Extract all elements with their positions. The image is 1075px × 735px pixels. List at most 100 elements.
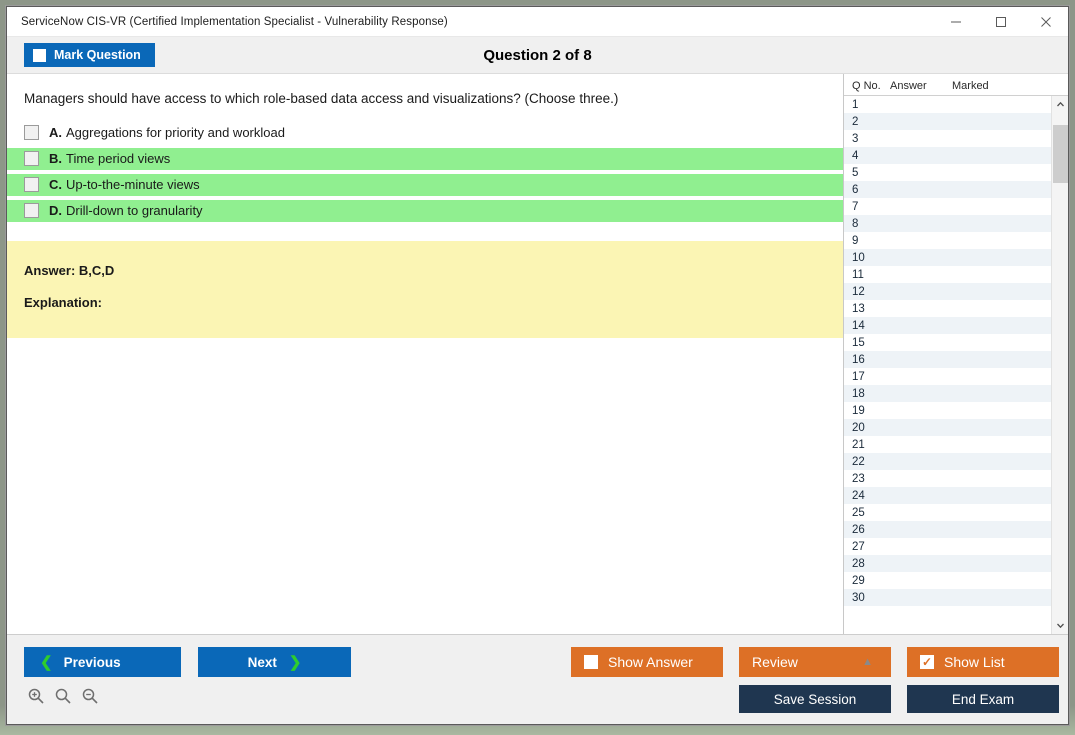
save-session-button[interactable]: Save Session [739, 685, 891, 713]
answer-option-row[interactable]: A.Aggregations for priority and workload [7, 122, 843, 144]
question-list-row[interactable]: 1 [844, 96, 1051, 113]
question-list-row[interactable]: 9 [844, 232, 1051, 249]
question-list-panel: Q No. Answer Marked 12345678910111213141… [843, 74, 1068, 634]
question-list-row[interactable]: 2 [844, 113, 1051, 130]
question-list-row[interactable]: 10 [844, 249, 1051, 266]
mark-question-button[interactable]: Mark Question [24, 43, 155, 67]
mark-question-checkbox[interactable] [33, 49, 46, 62]
column-header-marked: Marked [952, 80, 1012, 92]
review-label: Review [752, 654, 798, 670]
question-list-row[interactable]: 6 [844, 181, 1051, 198]
close-icon[interactable] [1023, 7, 1068, 36]
question-list-row[interactable]: 4 [844, 147, 1051, 164]
next-label: Next [248, 655, 277, 670]
page-title: Question 2 of 8 [7, 47, 1068, 64]
minimize-icon[interactable] [933, 7, 978, 36]
scroll-up-icon[interactable] [1052, 96, 1069, 113]
review-dropdown[interactable]: Review ▲ [739, 647, 891, 677]
question-list-row[interactable]: 8 [844, 215, 1051, 232]
answer-line: Answer: B,C,D [24, 263, 843, 278]
question-list-row[interactable]: 22 [844, 453, 1051, 470]
zoom-tools [27, 687, 99, 710]
question-list-row[interactable]: 14 [844, 317, 1051, 334]
show-list-checkbox[interactable]: ✓ [920, 655, 934, 669]
answer-option-letter: C. [49, 177, 62, 192]
answer-option-row[interactable]: D.Drill-down to granularity [7, 200, 843, 222]
question-list-number: 29 [844, 575, 890, 587]
chevron-up-icon: ▲ [862, 656, 873, 668]
answer-option-letter: D. [49, 203, 62, 218]
next-button[interactable]: Next ❯ [198, 647, 351, 677]
question-list-row[interactable]: 25 [844, 504, 1051, 521]
question-list-number: 11 [844, 269, 890, 281]
question-list-number: 24 [844, 490, 890, 502]
show-list-label: Show List [944, 654, 1005, 670]
answer-option-letter: B. [49, 151, 62, 166]
question-list-number: 21 [844, 439, 890, 451]
window-title: ServiceNow CIS-VR (Certified Implementat… [7, 16, 448, 28]
question-list-row[interactable]: 30 [844, 589, 1051, 606]
window-controls [933, 7, 1068, 36]
answer-option-row[interactable]: B.Time period views [7, 148, 843, 170]
question-list-number: 4 [844, 150, 890, 162]
question-list-row[interactable]: 12 [844, 283, 1051, 300]
question-list-row[interactable]: 23 [844, 470, 1051, 487]
answer-option-text: Up-to-the-minute views [66, 177, 200, 192]
question-list-number: 3 [844, 133, 890, 145]
question-content-area: Managers should have access to which rol… [7, 74, 843, 634]
question-list-number: 1 [844, 99, 890, 111]
vertical-scrollbar[interactable] [1051, 96, 1068, 634]
column-header-answer: Answer [890, 80, 952, 92]
explanation-line: Explanation: [24, 295, 843, 310]
exam-header-bar: Mark Question Question 2 of 8 [7, 37, 1068, 74]
question-list-row[interactable]: 20 [844, 419, 1051, 436]
question-list-number: 15 [844, 337, 890, 349]
question-list-number: 8 [844, 218, 890, 230]
show-answer-checkbox[interactable] [584, 655, 598, 669]
question-list-row[interactable]: 5 [844, 164, 1051, 181]
question-list-row[interactable]: 15 [844, 334, 1051, 351]
answer-option-checkbox[interactable] [24, 125, 39, 140]
answer-option-checkbox[interactable] [24, 203, 39, 218]
column-header-qno: Q No. [844, 80, 890, 92]
question-list-number: 19 [844, 405, 890, 417]
scrollbar-track[interactable] [1052, 113, 1068, 617]
question-list-row[interactable]: 7 [844, 198, 1051, 215]
zoom-in-icon[interactable] [27, 687, 45, 710]
show-answer-button[interactable]: Show Answer [571, 647, 723, 677]
question-list-row[interactable]: 19 [844, 402, 1051, 419]
question-list-row[interactable]: 27 [844, 538, 1051, 555]
zoom-out-icon[interactable] [81, 687, 99, 710]
question-list-row[interactable]: 18 [844, 385, 1051, 402]
desktop-background: ServiceNow CIS-VR (Certified Implementat… [0, 0, 1075, 735]
question-list-number: 13 [844, 303, 890, 315]
answer-option-row[interactable]: C. Up-to-the-minute views [7, 174, 843, 196]
question-list-row[interactable]: 29 [844, 572, 1051, 589]
question-list-row[interactable]: 28 [844, 555, 1051, 572]
question-list-number: 17 [844, 371, 890, 383]
question-list-row[interactable]: 21 [844, 436, 1051, 453]
mark-question-label: Mark Question [54, 48, 141, 62]
show-list-button[interactable]: ✓ Show List [907, 647, 1059, 677]
question-list-number: 16 [844, 354, 890, 366]
question-list-row[interactable]: 3 [844, 130, 1051, 147]
question-list-row[interactable]: 11 [844, 266, 1051, 283]
question-list-number: 5 [844, 167, 890, 179]
answer-option-checkbox[interactable] [24, 151, 39, 166]
question-list-number: 30 [844, 592, 890, 604]
question-list-row[interactable]: 13 [844, 300, 1051, 317]
scroll-down-icon[interactable] [1052, 617, 1069, 634]
question-list-row[interactable]: 26 [844, 521, 1051, 538]
question-list-number: 26 [844, 524, 890, 536]
question-list-row[interactable]: 17 [844, 368, 1051, 385]
zoom-reset-icon[interactable] [54, 687, 72, 710]
answer-option-letter: A. [49, 125, 62, 140]
previous-button[interactable]: ❮ Previous [24, 647, 181, 677]
answer-option-checkbox[interactable] [24, 177, 39, 192]
question-list-number: 27 [844, 541, 890, 553]
maximize-icon[interactable] [978, 7, 1023, 36]
question-list-row[interactable]: 16 [844, 351, 1051, 368]
question-list-row[interactable]: 24 [844, 487, 1051, 504]
scrollbar-thumb[interactable] [1053, 125, 1068, 183]
end-exam-button[interactable]: End Exam [907, 685, 1059, 713]
